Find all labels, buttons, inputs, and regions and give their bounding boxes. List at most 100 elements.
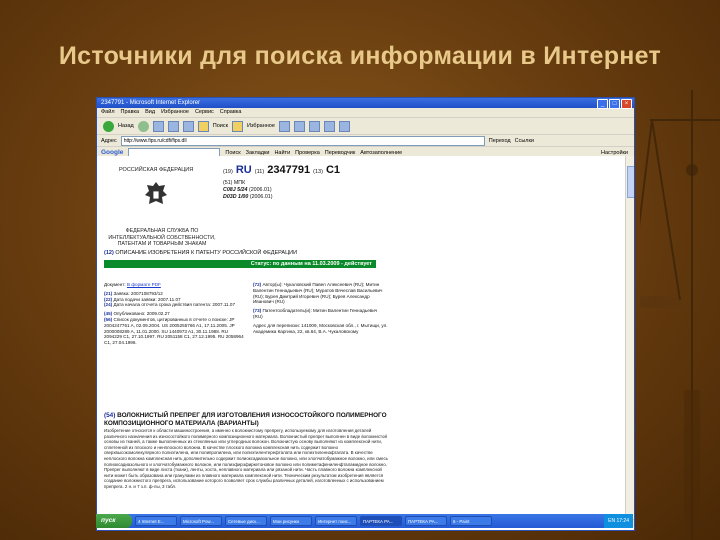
scales-decoration — [640, 90, 720, 540]
google-check-button[interactable]: Проверка — [295, 150, 320, 156]
stop-icon[interactable] — [152, 120, 164, 132]
field-code: (22) — [104, 296, 113, 302]
edit-icon[interactable] — [323, 120, 335, 132]
menu-tools[interactable]: Сервис — [195, 108, 214, 117]
abstract-text: Изобретение относится к области машиност… — [104, 428, 388, 489]
field-code: (72) — [253, 282, 262, 287]
media-icon[interactable] — [278, 120, 290, 132]
toolbar: Назад Поиск Избранное — [97, 118, 634, 135]
patent-right-fields: (72) Автор(ы): Чукаловский Павел Алексее… — [253, 282, 388, 334]
patent-document: РОССИЙСКАЯ ФЕДЕРАЦИЯ ФЕДЕРАЛЬНАЯ СЛУЖБА … — [97, 156, 626, 519]
invention-title: (54) ВОЛОКНИСТЫЙ ПРЕПРЕГ ДЛЯ ИЗГОТОВЛЕНИ… — [104, 412, 389, 427]
field-code: (73) — [253, 308, 262, 314]
address-bar: Адрес http://www.fips.ru/cdfi/fips.dll П… — [97, 135, 634, 147]
taskbar-item[interactable]: Мои рисунки — [270, 516, 312, 526]
document-label: Документ: — [104, 282, 126, 287]
country-code: RU — [235, 164, 252, 176]
print-icon[interactable] — [308, 120, 320, 132]
start-button[interactable]: пуск — [96, 514, 132, 528]
mail-icon[interactable] — [293, 120, 305, 132]
patent-number: (19) RU (11) 2347791 (13) C1 — [223, 164, 340, 176]
menu-edit[interactable]: Правка — [121, 108, 140, 117]
description-heading: (12) ОПИСАНИЕ ИЗОБРЕТЕНИЯ К ПАТЕНТУ РОСС… — [104, 250, 297, 256]
field-text: Автор(ы): Чукаловский Павел Алексеевич (… — [253, 282, 383, 305]
field-text: Заявка: 2007108793/12 — [113, 290, 163, 296]
country-code-label: (19) — [223, 169, 233, 175]
menu-help[interactable]: Справка — [220, 108, 242, 117]
field-text: Патентообладатель(и): Митин Валентин Ген… — [253, 308, 378, 319]
field-row: (72) Автор(ы): Чукаловский Павел Алексее… — [253, 282, 388, 305]
taskbar-item[interactable]: ПАРТЕКА РА... — [405, 516, 447, 526]
field-text: Список документов, цитированных в отчете… — [104, 316, 244, 346]
google-bookmarks-button[interactable]: Закладки — [246, 150, 270, 156]
google-logo: Google — [101, 149, 124, 156]
menu-file[interactable]: Файл — [101, 108, 115, 117]
patent-status-bar: Статус: по данным на 11.03.2009 - действ… — [104, 260, 376, 268]
country-label: РОССИЙСКАЯ ФЕДЕРАЦИЯ — [119, 167, 194, 173]
field-code: (21) — [104, 290, 113, 296]
scrollbar-thumb[interactable] — [627, 166, 634, 198]
menu-view[interactable]: Вид — [145, 108, 155, 117]
pdf-link[interactable]: В формате PDF — [127, 282, 161, 287]
maximize-button[interactable]: □ — [609, 99, 620, 109]
taskbar-item[interactable]: 6 - Paint — [450, 516, 492, 526]
mpk-date-2: (2006.01) — [249, 194, 273, 200]
favorites-icon[interactable] — [232, 120, 244, 132]
back-arrow-icon[interactable] — [103, 120, 114, 132]
taskbar-item[interactable]: Microsoft Pow... — [180, 516, 222, 526]
taskbar-item[interactable]: 4 Internet E... — [135, 516, 177, 526]
mpk-date-1: (2006.01) — [248, 187, 272, 193]
mpk-class-1: C08J 5/24 — [223, 187, 248, 193]
kind-code: C1 — [325, 164, 341, 176]
taskbar-item[interactable]: ПАРТЕКА РА... — [360, 516, 402, 526]
patent-left-fields: Документ: В формате PDF (21) Заявка: 200… — [104, 282, 244, 346]
google-search-button[interactable]: Поиск — [225, 150, 240, 156]
forward-arrow-icon[interactable] — [137, 120, 149, 132]
field-code: (45) — [104, 311, 113, 317]
field-code: (56) — [104, 316, 113, 322]
window-titlebar: 2347791 - Microsoft Internet Explorer _ … — [97, 98, 634, 109]
messenger-icon[interactable] — [338, 120, 350, 132]
home-icon[interactable] — [182, 120, 194, 132]
mpk-class-2: D03D 1/00 — [223, 194, 249, 200]
system-tray: EN 17:24 — [604, 514, 633, 528]
description-code: (12) — [104, 250, 114, 256]
links-label[interactable]: Ссылки — [515, 138, 534, 144]
close-button[interactable]: × — [621, 99, 632, 109]
number-code-label: (11) — [254, 169, 265, 175]
window-title: 2347791 - Microsoft Internet Explorer — [101, 100, 201, 106]
taskbar: пуск 4 Internet E... Microsoft Pow... Се… — [96, 514, 633, 528]
google-settings-button[interactable]: Настройки — [601, 150, 628, 156]
field-text: Адрес для переписки: 141009, Московская … — [253, 322, 388, 334]
russian-emblem-icon — [145, 182, 167, 204]
menu-favorites[interactable]: Избранное — [161, 108, 189, 117]
menu-bar: Файл Правка Вид Избранное Сервис Справка — [97, 108, 634, 118]
minimize-button[interactable]: _ — [597, 99, 608, 109]
vertical-scrollbar[interactable] — [625, 156, 634, 519]
taskbar-item[interactable]: Интернет поис... — [315, 516, 357, 526]
taskbar-item[interactable]: Сетевые диск... — [225, 516, 267, 526]
back-button-label[interactable]: Назад — [118, 123, 134, 129]
address-input[interactable]: http://www.fips.ru/cdfi/fips.dll — [120, 135, 485, 146]
google-translate-button[interactable]: Переводчик — [325, 150, 355, 156]
title-text: ВОЛОКНИСТЫЙ ПРЕПРЕГ ДЛЯ ИЗГОТОВЛЕНИЯ ИЗН… — [104, 412, 387, 427]
browser-window: 2347791 - Microsoft Internet Explorer _ … — [96, 97, 635, 531]
field-row: (73) Патентообладатель(и): Митин Валенти… — [253, 308, 388, 320]
address-label: Адрес — [101, 137, 117, 144]
favorites-button-label[interactable]: Избранное — [247, 123, 275, 129]
patent-service-label: ФЕДЕРАЛЬНАЯ СЛУЖБА ПО ИНТЕЛЛЕКТУАЛЬНОЙ С… — [108, 228, 216, 247]
refresh-icon[interactable] — [167, 120, 179, 132]
search-button-label[interactable]: Поиск — [213, 123, 228, 129]
patent-number-value: 2347791 — [267, 164, 311, 176]
field-row: (56) Список документов, цитированных в о… — [104, 317, 244, 346]
google-find-button[interactable]: Найти — [274, 150, 290, 156]
search-icon[interactable] — [197, 120, 209, 132]
field-text: Опубликовано: 2009.02.27 — [113, 311, 170, 317]
title-code: (54) — [104, 412, 116, 419]
field-row: Адрес для переписки: 141009, Московская … — [253, 323, 388, 335]
go-button[interactable]: Переход — [489, 138, 511, 144]
field-text: Дата начала отсчета срока действия патен… — [113, 302, 235, 308]
field-text: Дата подачи заявки: 2007.11.07 — [113, 296, 181, 302]
slide-title: Источники для поиска информации в Интерн… — [58, 42, 662, 70]
google-autofill-button[interactable]: Автозаполнение — [360, 150, 402, 156]
